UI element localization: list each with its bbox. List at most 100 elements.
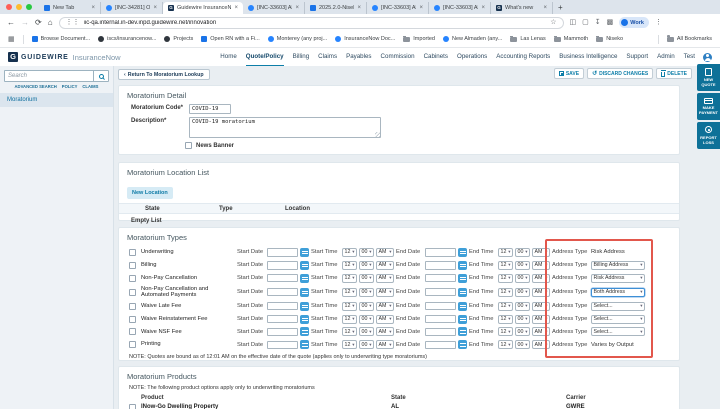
start-date-input[interactable] (267, 288, 298, 297)
end-minute-select[interactable]: 00▾ (515, 315, 530, 324)
nav-item-billing[interactable]: Billing (293, 48, 310, 66)
end-minute-select[interactable]: 00▾ (515, 327, 530, 336)
back-icon[interactable]: ← (7, 19, 15, 27)
new-location-button[interactable]: New Location (127, 187, 173, 199)
calendar-icon[interactable] (458, 327, 467, 336)
end-date-input[interactable] (425, 341, 456, 350)
end-hour-select[interactable]: 12▾ (498, 315, 513, 324)
calendar-icon[interactable] (300, 327, 309, 336)
forward-icon[interactable]: → (21, 19, 29, 27)
end-minute-select[interactable]: 00▾ (515, 340, 530, 349)
end-hour-select[interactable]: 12▾ (498, 288, 513, 297)
calendar-icon[interactable] (458, 288, 467, 297)
start-meridiem-select[interactable]: AM▾ (376, 288, 394, 297)
bookmark-item[interactable]: Monterey (any proj... (268, 36, 327, 42)
start-hour-select[interactable]: 12▾ (342, 274, 357, 283)
all-bookmarks-button[interactable]: All Bookmarks (667, 36, 712, 42)
link-advanced-search[interactable]: ADVANCED SEARCH (15, 84, 57, 89)
nav-item-cabinets[interactable]: Cabinets (424, 48, 448, 66)
bookmark-item[interactable]: Niseko (596, 36, 623, 42)
calendar-icon[interactable] (458, 274, 467, 283)
address-type-select[interactable]: Select...▾ (591, 327, 645, 336)
address-type-select[interactable]: Both Address▾ (591, 288, 645, 297)
make-payment-button[interactable]: MAKEPAYMENT (697, 93, 720, 120)
discard-changes-button[interactable]: ↺ DISCARD CHANGES (587, 68, 653, 79)
tab-close-icon[interactable]: × (543, 5, 547, 11)
calendar-icon[interactable] (458, 315, 467, 324)
calendar-icon[interactable] (458, 261, 467, 270)
report-loss-button[interactable]: REPORTLOSS (697, 122, 720, 149)
bookmark-item[interactable]: Imported (403, 36, 435, 42)
tab-close-icon[interactable]: × (91, 5, 95, 11)
start-minute-select[interactable]: 00▾ (359, 261, 374, 270)
browser-tab[interactable]: [INC-33603] Ability t× (243, 2, 305, 14)
bookmark-item[interactable]: InsuranceNow Doc... (335, 36, 395, 42)
start-meridiem-select[interactable]: AM▾ (376, 274, 394, 283)
type-checkbox[interactable] (129, 303, 136, 310)
save-button[interactable]: SAVE (554, 68, 584, 79)
end-meridiem-select[interactable]: AM▾ (532, 274, 550, 283)
nav-item-support[interactable]: Support (626, 48, 648, 66)
start-minute-select[interactable]: 00▾ (359, 274, 374, 283)
end-date-input[interactable] (425, 261, 456, 270)
nav-item-claims[interactable]: Claims (318, 48, 337, 66)
end-hour-select[interactable]: 12▾ (498, 274, 513, 283)
type-checkbox[interactable] (129, 262, 136, 269)
type-checkbox[interactable] (129, 341, 136, 348)
start-meridiem-select[interactable]: AM▾ (376, 261, 394, 270)
start-hour-select[interactable]: 12▾ (342, 302, 357, 311)
end-meridiem-select[interactable]: AM▾ (532, 315, 550, 324)
type-checkbox[interactable] (129, 328, 136, 335)
delete-button[interactable]: DELETE (656, 68, 692, 79)
nav-item-admin[interactable]: Admin (657, 48, 675, 66)
calendar-icon[interactable] (300, 288, 309, 297)
nav-item-commission[interactable]: Commission (381, 48, 415, 66)
start-date-input[interactable] (267, 248, 298, 257)
new-tab-button[interactable]: + (558, 3, 563, 12)
browser-tab[interactable]: [INC-33603] Ability t× (367, 2, 429, 14)
nav-item-business-intelligence[interactable]: Business Intelligence (559, 48, 617, 66)
browser-tab[interactable]: [INC-33603] Ability t× (429, 2, 491, 14)
end-date-input[interactable] (425, 315, 456, 324)
search-input[interactable]: Search (5, 71, 93, 81)
profile-chip[interactable]: Work (619, 17, 649, 28)
type-checkbox[interactable] (129, 275, 136, 282)
end-minute-select[interactable]: 00▾ (515, 302, 530, 311)
start-minute-select[interactable]: 00▾ (359, 315, 374, 324)
start-minute-select[interactable]: 00▾ (359, 288, 374, 297)
calendar-icon[interactable] (458, 302, 467, 311)
download-icon[interactable]: ↧ (595, 19, 601, 26)
start-hour-select[interactable]: 12▾ (342, 261, 357, 270)
browser-check-icon[interactable]: ▢ (582, 19, 589, 26)
start-minute-select[interactable]: 00▾ (359, 302, 374, 311)
end-date-input[interactable] (425, 248, 456, 257)
start-minute-select[interactable]: 00▾ (359, 327, 374, 336)
type-checkbox[interactable] (129, 249, 136, 256)
start-hour-select[interactable]: 12▾ (342, 327, 357, 336)
end-date-input[interactable] (425, 288, 456, 297)
tab-close-icon[interactable]: × (153, 5, 157, 11)
bookmark-star-icon[interactable]: ☆ (550, 19, 556, 26)
end-hour-select[interactable]: 12▾ (498, 302, 513, 311)
start-minute-select[interactable]: 00▾ (359, 340, 374, 349)
sidebar-item-moratorium[interactable]: Moratorium (0, 93, 113, 107)
end-date-input[interactable] (425, 274, 456, 283)
start-meridiem-select[interactable]: AM▾ (376, 315, 394, 324)
tab-close-icon[interactable]: × (419, 5, 423, 11)
end-hour-select[interactable]: 12▾ (498, 327, 513, 336)
search-button[interactable] (93, 71, 108, 81)
product-checkbox[interactable] (129, 404, 136, 409)
link-claims[interactable]: CLAIMS (82, 84, 98, 89)
start-date-input[interactable] (267, 315, 298, 324)
nav-item-home[interactable]: Home (220, 48, 237, 66)
reload-icon[interactable]: ⟳ (35, 19, 42, 27)
end-hour-select[interactable]: 12▾ (498, 248, 513, 257)
end-minute-select[interactable]: 00▾ (515, 261, 530, 270)
nav-item-quote-policy[interactable]: Quote/Policy (246, 48, 284, 66)
bookmark-item[interactable]: Browse Document... (32, 36, 91, 42)
start-date-input[interactable] (267, 261, 298, 270)
menu-kebab-icon[interactable]: ⋮ (655, 19, 662, 26)
extension-icon[interactable]: ▩ (607, 19, 614, 26)
start-minute-select[interactable]: 00▾ (359, 248, 374, 257)
start-date-input[interactable] (267, 274, 298, 283)
